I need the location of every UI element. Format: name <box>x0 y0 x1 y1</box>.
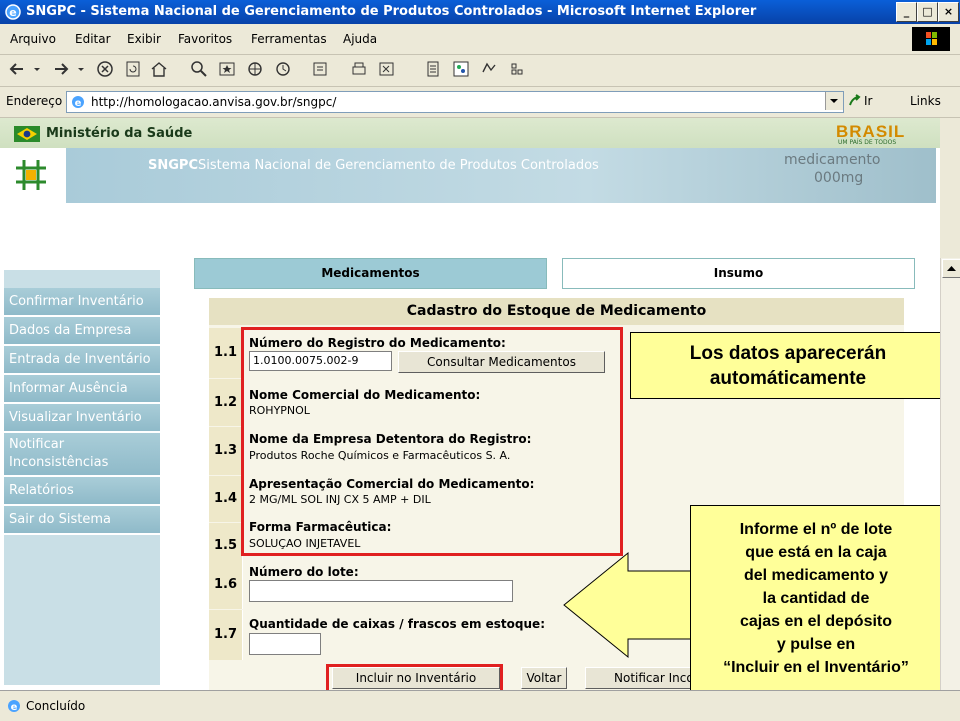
voltar-button[interactable]: Voltar <box>521 667 567 689</box>
menu-exibir[interactable]: Exibir <box>127 32 161 46</box>
minimize-button[interactable]: _ <box>896 2 917 22</box>
banner-dose: 000mg <box>814 170 864 186</box>
row-number: 1.3 <box>209 427 243 475</box>
sidebar-top <box>4 270 160 288</box>
sidebar-item-visualizar-inventario[interactable]: Visualizar Inventário <box>4 404 160 433</box>
home-icon[interactable] <box>150 60 168 78</box>
refresh-icon[interactable] <box>124 60 142 78</box>
sidebar-item-dados-empresa[interactable]: Dados da Empresa <box>4 317 160 346</box>
tab-medicamentos[interactable]: Medicamentos <box>194 258 547 289</box>
media-icon[interactable] <box>246 60 264 78</box>
menu-favoritos[interactable]: Favoritos <box>178 32 232 46</box>
menu-arquivo[interactable]: Arquivo <box>10 32 56 46</box>
callout-arrow <box>563 551 692 659</box>
lot-callout: Informe el nº de lote que está en la caj… <box>690 505 942 716</box>
lote-input[interactable] <box>249 580 513 602</box>
status-text: Concluído <box>26 699 86 713</box>
row-number: 1.6 <box>209 560 243 609</box>
address-dropdown-button[interactable] <box>825 92 843 110</box>
address-url: http://homologacao.anvisa.gov.br/sngpc/ <box>91 95 337 109</box>
go-arrow-icon[interactable] <box>848 93 862 109</box>
address-input[interactable]: e http://homologacao.anvisa.gov.br/sngpc… <box>66 91 844 113</box>
go-button[interactable]: Ir <box>864 94 872 108</box>
toolbar <box>0 55 960 87</box>
print-icon[interactable] <box>350 60 368 78</box>
sidebar-item-confirmar-inventario[interactable]: Confirmar Inventário <box>4 288 160 317</box>
close-button[interactable]: × <box>938 2 959 22</box>
svg-text:e: e <box>11 702 18 713</box>
research-icon[interactable] <box>480 60 498 78</box>
search-icon[interactable] <box>190 60 208 78</box>
brasil-logo: BRASIL UM PAÍS DE TODOS <box>836 122 906 146</box>
svg-text:e: e <box>75 98 82 109</box>
windows-logo-icon <box>912 27 950 51</box>
menu-ajuda[interactable]: Ajuda <box>343 32 377 46</box>
svg-text:e: e <box>9 6 16 19</box>
chevron-down-icon <box>830 99 838 103</box>
mail-icon[interactable] <box>312 60 330 78</box>
form-title: Cadastro do Estoque de Medicamento <box>209 298 904 325</box>
quantidade-input[interactable] <box>249 633 321 655</box>
banner-brand: SNGPC <box>148 158 198 173</box>
sidebar-bottom <box>4 535 160 685</box>
vertical-scrollbar[interactable] <box>940 258 960 690</box>
back-dropdown-icon[interactable] <box>32 60 42 78</box>
address-label: Endereço <box>6 94 63 108</box>
forward-dropdown-icon[interactable] <box>76 60 86 78</box>
sidebar-item-entrada-inventario[interactable]: Entrada de Inventário <box>4 346 160 375</box>
sidebar-item-informar-ausencia[interactable]: Informar Ausência <box>4 375 160 404</box>
sidebar-item-relatorios[interactable]: Relatórios <box>4 477 160 506</box>
window-title: SNGPC - Sistema Nacional de Gerenciament… <box>26 4 757 19</box>
field-label-quantidade: Quantidade de caixas / frascos em estoqu… <box>249 617 545 631</box>
tools-icon[interactable] <box>508 60 526 78</box>
favorites-icon[interactable] <box>218 60 236 78</box>
forward-icon[interactable] <box>52 60 70 78</box>
sidebar-item-sair[interactable]: Sair do Sistema <box>4 506 160 535</box>
incluir-button-highlight <box>326 664 503 690</box>
messenger-icon[interactable] <box>452 60 470 78</box>
page-done-icon: e <box>8 700 20 713</box>
auto-data-callout: Los datos aparecerán automáticamente <box>630 332 946 399</box>
back-icon[interactable] <box>8 60 26 78</box>
maximize-button[interactable]: □ <box>917 2 938 22</box>
edit-icon[interactable] <box>378 60 396 78</box>
banner-medicamento: medicamento <box>784 152 881 168</box>
field-label-lote: Número do lote: <box>249 565 359 579</box>
internet-explorer-icon: e <box>5 4 21 20</box>
row-number: 1.7 <box>209 610 243 660</box>
tab-insumo[interactable]: Insumo <box>562 258 915 289</box>
row-number: 1.4 <box>209 476 243 522</box>
banner-system-title: Sistema Nacional de Gerenciamento de Pro… <box>198 158 599 173</box>
brazil-flag-icon <box>14 126 40 142</box>
discuss-icon[interactable] <box>424 60 442 78</box>
menu-ferramentas[interactable]: Ferramentas <box>251 32 327 46</box>
history-icon[interactable] <box>274 60 292 78</box>
title-bar: e SNGPC - Sistema Nacional de Gerenciame… <box>0 0 960 24</box>
chevron-up-icon <box>947 266 956 271</box>
scroll-up-button[interactable] <box>942 259 960 278</box>
sngpc-logo-icon <box>16 160 46 190</box>
page-icon: e <box>72 96 84 109</box>
ministry-title: Ministério da Saúde <box>46 126 193 141</box>
links-toolbar[interactable]: Links <box>910 94 941 108</box>
status-bar: e Concluído <box>0 690 960 721</box>
row-number: 1.2 <box>209 379 243 426</box>
menu-bar: Arquivo Editar Exibir Favoritos Ferramen… <box>0 24 960 55</box>
sidebar-item-notificar-inconsistencias[interactable]: Notificar Inconsistências <box>4 433 160 477</box>
stop-icon[interactable] <box>96 60 114 78</box>
menu-editar[interactable]: Editar <box>75 32 111 46</box>
row-number: 1.1 <box>209 328 243 378</box>
